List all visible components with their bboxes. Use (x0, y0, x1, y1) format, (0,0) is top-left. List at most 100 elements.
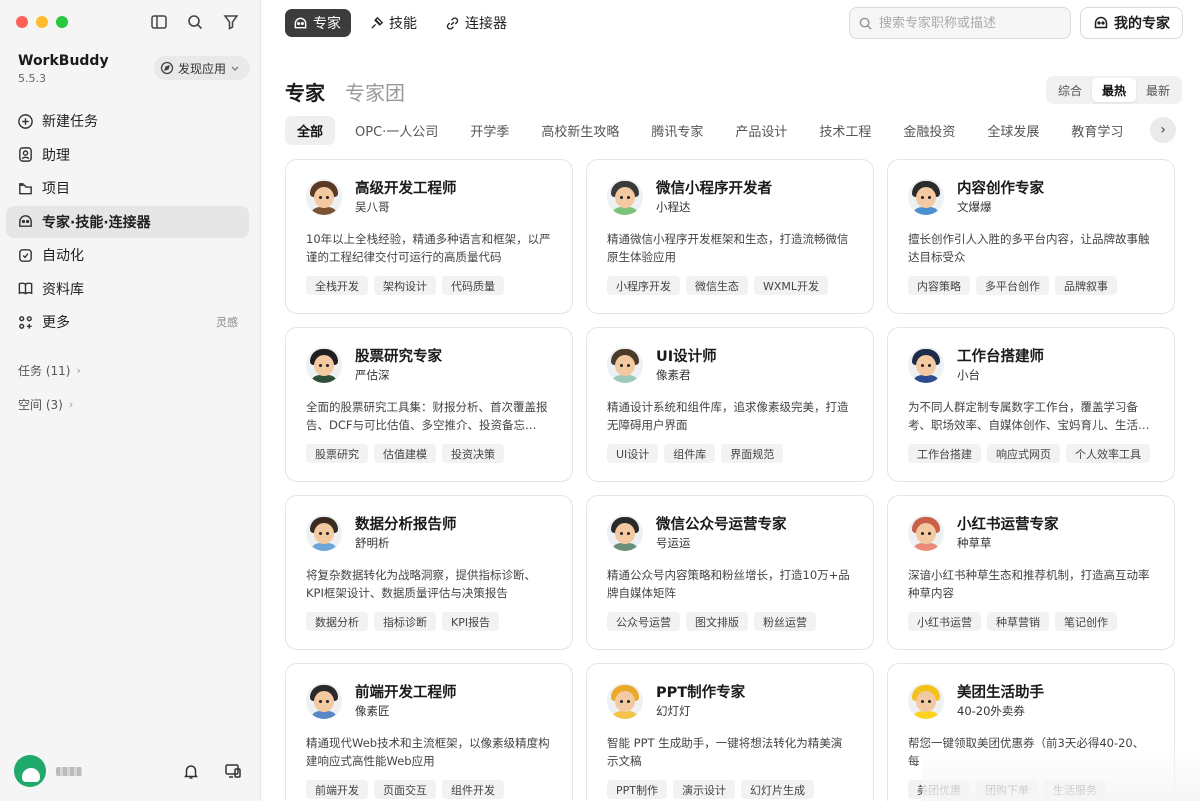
category-tab[interactable]: 产品设计 (723, 116, 799, 145)
sort-option-overall[interactable]: 综合 (1048, 78, 1092, 102)
expert-author: 严估深 (355, 368, 390, 382)
sidebar-item-automation[interactable]: 自动化 (6, 239, 249, 271)
expert-card[interactable]: 工作台搭建师 小台 为不同人群定制专属数字工作台，覆盖学习备考、职场效率、自媒体… (887, 327, 1175, 482)
sidebar-item-more[interactable]: 更多 灵感 (6, 306, 249, 338)
sort-option-hottest[interactable]: 最热 (1092, 78, 1137, 102)
zoom-window-button[interactable] (56, 16, 68, 28)
expert-author: 号运运 (656, 536, 691, 550)
category-tab[interactable]: 高校新生攻略 (529, 116, 631, 145)
expert-tag: 小程序开发 (607, 276, 680, 295)
sidebar-item-assistant[interactable]: 助理 (6, 139, 249, 171)
heading-experts[interactable]: 专家 (285, 77, 325, 106)
expert-card[interactable]: UI设计师 像素君 精通设计系统和组件库，追求像素级完美，打造无障碍用户界面 U… (586, 327, 874, 482)
expert-tags: 工作台搭建 响应式网页 个人效率工具 (908, 444, 1154, 463)
category-tabs: 全部 OPC·一人公司 开学季 高校新生攻略 腾讯专家 产品设计 技术工程 金融投资 全球发展教… (285, 116, 1175, 145)
category-tab[interactable]: 开学季 (458, 116, 521, 145)
group-label: 空间 (3) (18, 398, 63, 412)
expert-avatar (908, 683, 944, 719)
expert-tag: 组件开发 (442, 780, 504, 799)
plus-circle-icon (18, 113, 33, 129)
card-header: 高级开发工程师 吴八哥 (306, 178, 552, 216)
card-header: 微信小程序开发者 小程达 (607, 178, 853, 216)
expert-card[interactable]: 微信小程序开发者 小程达 精通微信小程序开发框架和生态，打造流畅微信原生体验应用… (586, 159, 874, 314)
sort-option-newest[interactable]: 最新 (1136, 78, 1180, 102)
discover-apps-button[interactable]: 发现应用 (154, 56, 251, 80)
app-brand: WorkBuddy 5.5.3 (18, 53, 109, 85)
expert-description: 将复杂数据转化为战略洞察，提供指标诊断、KPI框架设计、数据质量评估与决策报告 (306, 568, 536, 600)
top-tabs: 专家 技能 连接器 (285, 9, 517, 37)
expert-card[interactable]: 数据分析报告师 舒明析 将复杂数据转化为战略洞察，提供指标诊断、KPI框架设计、… (285, 495, 573, 650)
expert-avatar (306, 347, 342, 383)
expert-tag: 公众号运营 (607, 612, 680, 631)
app-name: WorkBuddy (18, 53, 109, 69)
expert-description: 为不同人群定制专属数字工作台，覆盖学习备考、职场效率、自媒体创作、宝妈育儿、生活… (908, 400, 1150, 432)
expert-tag: 演示设计 (673, 780, 735, 799)
expert-icon (294, 17, 307, 28)
card-header: 内容创作专家 文爆爆 (908, 178, 1154, 216)
sidebar-toggle-icon[interactable] (150, 13, 168, 31)
sidebar-item-library[interactable]: 资料库 (6, 273, 249, 305)
device-icon[interactable] (224, 762, 242, 780)
expert-tag: 粉丝运营 (754, 612, 816, 631)
category-tab[interactable]: 腾讯专家 (639, 116, 715, 145)
expert-tags: UI设计 组件库 界面规范 (607, 444, 853, 463)
group-spaces[interactable]: 空间 (3) › (18, 396, 73, 413)
expert-title: 工作台搭建师 (957, 349, 1044, 365)
category-tab[interactable]: 全球发展 (975, 116, 1051, 145)
category-tab[interactable]: 技术工程 (807, 116, 883, 145)
category-tab[interactable]: 教育学习 (1059, 116, 1135, 145)
search-input[interactable] (879, 15, 1059, 31)
close-window-button[interactable] (16, 16, 28, 28)
expert-title: 数据分析报告师 (355, 517, 457, 533)
expert-card[interactable]: 股票研究专家 严估深 全面的股票研究工具集：财报分析、首次覆盖报告、DCF与可比… (285, 327, 573, 482)
filter-icon[interactable] (222, 13, 240, 31)
expert-tag: UI设计 (607, 444, 659, 463)
group-tasks[interactable]: 任务 (11) › (18, 362, 81, 379)
my-experts-button[interactable]: 我的专家 (1080, 7, 1183, 39)
sidebar-item-label: 助理 (42, 147, 70, 164)
tab-skills[interactable]: 技能 (361, 9, 427, 37)
expert-card[interactable]: 小红书运营专家 种草草 深谙小红书种草生态和推荐机制，打造高互动率种草内容 小红… (887, 495, 1175, 650)
category-tab[interactable]: 全部 (285, 116, 336, 145)
expert-tag: 前端开发 (306, 780, 368, 799)
expert-tags: PPT制作 演示设计 幻灯片生成 (607, 780, 853, 799)
sidebar-item-experts[interactable]: 专家·技能·连接器 (6, 205, 249, 238)
expert-tag: 幻灯片生成 (741, 780, 814, 799)
category-tab[interactable]: 金融投资 (891, 116, 967, 145)
category-scroll-right-button[interactable]: › (1150, 117, 1176, 143)
sidebar-item-more-badge[interactable]: 灵感 (216, 314, 238, 330)
avatar[interactable] (14, 755, 46, 787)
expert-card[interactable]: 高级开发工程师 吴八哥 10年以上全栈经验，精通多种语言和框架，以严谨的工程纪律… (285, 159, 573, 314)
search-icon[interactable] (186, 13, 204, 31)
expert-description: 擅长创作引人入胜的多平台内容，让品牌故事触达目标受众 (908, 232, 1150, 264)
tab-connectors[interactable]: 连接器 (437, 9, 517, 37)
expert-card[interactable]: 前端开发工程师 像素匠 精通现代Web技术和主流框架，以像素级精度构建响应式高性… (285, 663, 573, 801)
expert-avatar (607, 515, 643, 551)
chevron-down-icon (231, 66, 239, 71)
sidebar-item-project[interactable]: 项目 (6, 172, 249, 204)
heading-expert-teams[interactable]: 专家团 (345, 77, 405, 106)
expert-card[interactable]: 内容创作专家 文爆爆 擅长创作引人入胜的多平台内容，让品牌故事触达目标受众 内容… (887, 159, 1175, 314)
expert-tag: 代码质量 (442, 276, 504, 295)
expert-tags: 数据分析 指标诊断 KPI报告 (306, 612, 552, 631)
expert-tag: 股票研究 (306, 444, 368, 463)
sidebar-item-label: 更多 (42, 315, 70, 331)
expert-icon (1094, 16, 1108, 29)
expert-tags: 小程序开发 微信生态 WXML开发 (607, 276, 853, 295)
sidebar-item-new-task[interactable]: 新建任务 (6, 105, 249, 137)
tab-experts[interactable]: 专家 (285, 9, 351, 37)
expert-card[interactable]: PPT制作专家 幻灯灯 智能 PPT 生成助手，一键将想法转化为精美演示文稿 P… (586, 663, 874, 801)
minimize-window-button[interactable] (36, 16, 48, 28)
bell-icon[interactable] (182, 762, 200, 780)
assistant-icon (19, 147, 32, 162)
expert-description: 精通现代Web技术和主流框架，以像素级精度构建响应式高性能Web应用 (306, 736, 550, 768)
sidebar-footer (14, 755, 242, 787)
sidebar-toolbar (150, 13, 240, 31)
expert-card[interactable]: 微信公众号运营专家 号运运 精通公众号内容策略和粉丝增长，打造10万+品牌自媒体… (586, 495, 874, 650)
expert-tag: 组件库 (664, 444, 716, 463)
expert-title: 前端开发工程师 (355, 685, 457, 701)
category-tab[interactable]: OPC·一人公司 (343, 116, 450, 145)
expert-avatar (306, 515, 342, 551)
skill-icon (371, 16, 384, 29)
window-controls (16, 16, 68, 28)
